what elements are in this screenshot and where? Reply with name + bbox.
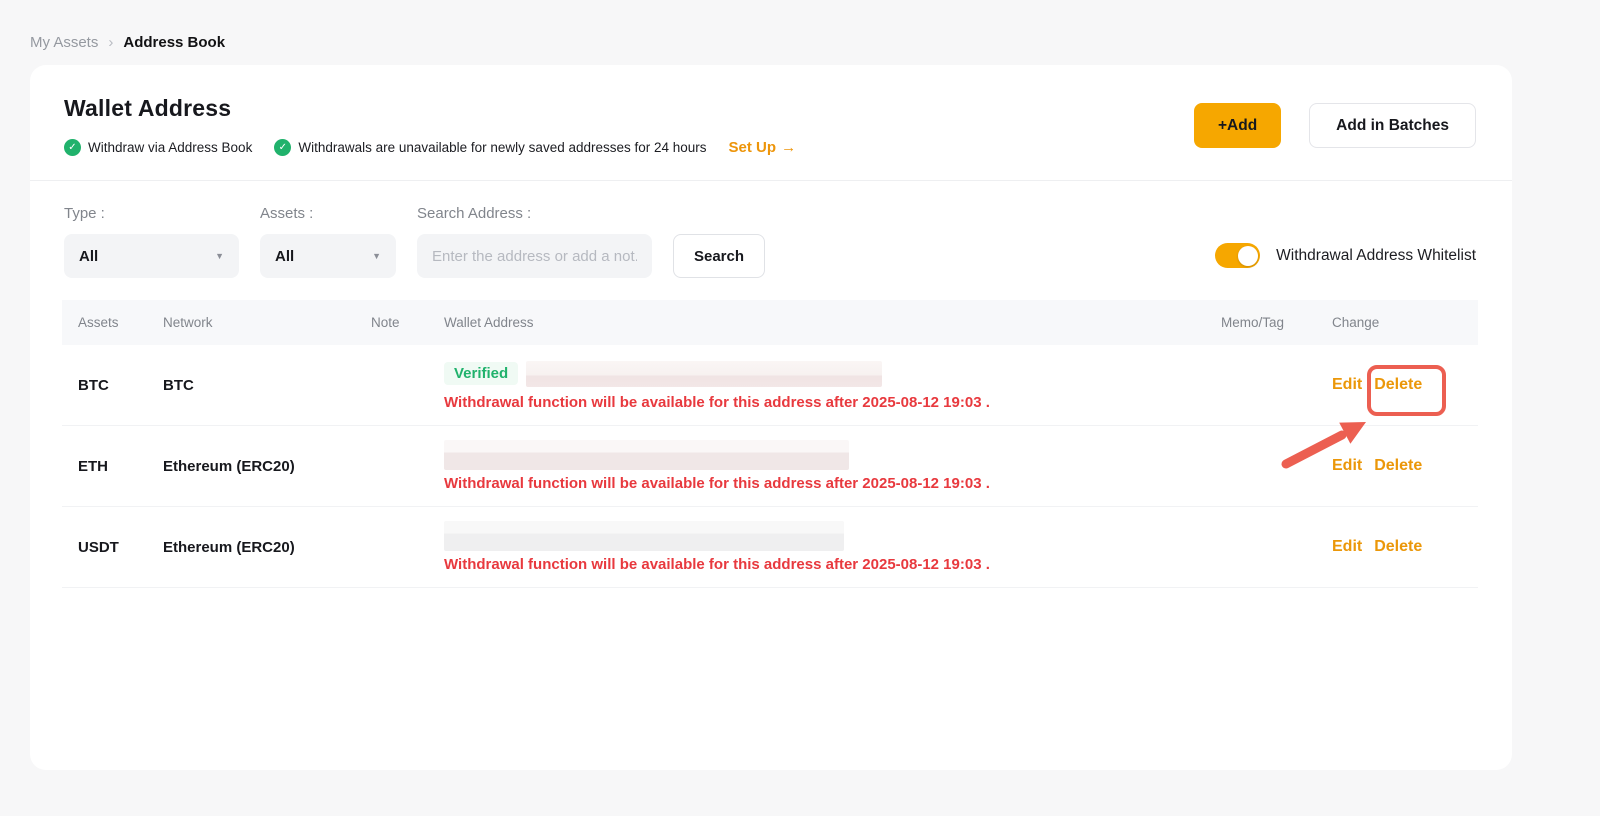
toggle-knob xyxy=(1238,246,1258,266)
type-filter: Type : All ▼ xyxy=(64,205,239,278)
check-circle-icon: ✓ xyxy=(274,139,291,156)
whitelist-label: Withdrawal Address Whitelist xyxy=(1276,247,1476,265)
notice-withdraw-via-address-book: ✓ Withdraw via Address Book xyxy=(64,139,252,156)
column-wallet-address: Wallet Address xyxy=(444,315,1134,330)
filter-section: Type : All ▼ Assets : All ▼ Search Addre… xyxy=(30,181,1512,278)
cell-network: Ethereum (ERC20) xyxy=(163,458,371,475)
cell-change: Edit Delete xyxy=(1292,457,1462,475)
type-dropdown-value: All xyxy=(79,248,98,265)
search-address-filter: Search Address : xyxy=(417,205,652,278)
withdrawal-warning: Withdrawal function will be available fo… xyxy=(444,556,1134,573)
breadcrumb: My Assets › Address Book xyxy=(0,0,1600,65)
notice-text: Withdraw via Address Book xyxy=(88,140,252,155)
delete-link[interactable]: Delete xyxy=(1374,376,1422,394)
address-table: Assets Network Note Wallet Address Memo/… xyxy=(62,300,1478,588)
column-memo-tag: Memo/Tag xyxy=(1134,315,1292,330)
check-circle-icon: ✓ xyxy=(64,139,81,156)
breadcrumb-address-book: Address Book xyxy=(123,34,225,51)
chevron-right-icon: › xyxy=(108,34,113,51)
redacted-address xyxy=(444,521,844,551)
page-title: Wallet Address xyxy=(64,95,796,122)
verified-badge: Verified xyxy=(444,362,518,385)
edit-link[interactable]: Edit xyxy=(1332,376,1362,394)
search-address-input[interactable] xyxy=(417,234,652,278)
column-change: Change xyxy=(1292,315,1462,330)
header-buttons: +Add Add in Batches xyxy=(1194,103,1476,148)
assets-label: Assets : xyxy=(260,205,396,222)
column-network: Network xyxy=(163,315,371,330)
header-left: Wallet Address ✓ Withdraw via Address Bo… xyxy=(64,95,796,156)
set-up-link[interactable]: Set Up → xyxy=(729,139,797,156)
type-dropdown[interactable]: All ▼ xyxy=(64,234,239,278)
assets-dropdown[interactable]: All ▼ xyxy=(260,234,396,278)
assets-dropdown-value: All xyxy=(275,248,294,265)
card-header: Wallet Address ✓ Withdraw via Address Bo… xyxy=(30,65,1512,180)
breadcrumb-my-assets[interactable]: My Assets xyxy=(30,34,98,51)
cell-asset: BTC xyxy=(78,377,163,394)
add-button[interactable]: +Add xyxy=(1194,103,1281,148)
cell-change: Edit Delete xyxy=(1292,538,1462,556)
withdrawal-whitelist-toggle[interactable] xyxy=(1215,243,1260,268)
cell-network: Ethereum (ERC20) xyxy=(163,539,371,556)
arrow-right-icon: → xyxy=(781,139,796,156)
notice-withdrawals-unavailable: ✓ Withdrawals are unavailable for newly … xyxy=(274,139,706,156)
redacted-address xyxy=(444,440,849,470)
notice-text: Withdrawals are unavailable for newly sa… xyxy=(298,140,706,155)
search-button-group: Search xyxy=(673,205,765,278)
table-header: Assets Network Note Wallet Address Memo/… xyxy=(62,300,1478,345)
table-row-eth: ETH Ethereum (ERC20) Withdrawal function… xyxy=(62,426,1478,507)
assets-filter: Assets : All ▼ xyxy=(260,205,396,278)
notices: ✓ Withdraw via Address Book ✓ Withdrawal… xyxy=(64,139,796,156)
caret-down-icon: ▼ xyxy=(372,251,381,261)
redacted-address xyxy=(526,361,882,387)
table-row-btc: BTC BTC Verified Withdrawal function wil… xyxy=(62,345,1478,426)
cell-wallet-address: Withdrawal function will be available fo… xyxy=(444,441,1134,492)
set-up-label: Set Up xyxy=(729,139,777,156)
whitelist-toggle-group: Withdrawal Address Whitelist xyxy=(1215,243,1476,278)
cell-network: BTC xyxy=(163,377,371,394)
search-address-label: Search Address : xyxy=(417,205,652,222)
column-note: Note xyxy=(371,315,444,330)
spacer xyxy=(673,205,765,222)
caret-down-icon: ▼ xyxy=(215,251,224,261)
wallet-address-card: Wallet Address ✓ Withdraw via Address Bo… xyxy=(30,65,1512,770)
delete-link[interactable]: Delete xyxy=(1374,538,1422,556)
delete-link[interactable]: Delete xyxy=(1374,457,1422,475)
withdrawal-warning: Withdrawal function will be available fo… xyxy=(444,475,1134,492)
cell-wallet-address: Withdrawal function will be available fo… xyxy=(444,522,1134,573)
table-row-usdt: USDT Ethereum (ERC20) Withdrawal functio… xyxy=(62,507,1478,588)
filter-controls: Type : All ▼ Assets : All ▼ Search Addre… xyxy=(64,205,765,278)
add-in-batches-button[interactable]: Add in Batches xyxy=(1309,103,1476,148)
search-button[interactable]: Search xyxy=(673,234,765,278)
cell-asset: ETH xyxy=(78,458,163,475)
withdrawal-warning: Withdrawal function will be available fo… xyxy=(444,394,1134,411)
cell-asset: USDT xyxy=(78,539,163,556)
column-assets: Assets xyxy=(78,315,163,330)
edit-link[interactable]: Edit xyxy=(1332,538,1362,556)
cell-change: Edit Delete xyxy=(1292,376,1462,394)
type-label: Type : xyxy=(64,205,239,222)
edit-link[interactable]: Edit xyxy=(1332,457,1362,475)
cell-wallet-address: Verified Withdrawal function will be ava… xyxy=(444,360,1134,411)
